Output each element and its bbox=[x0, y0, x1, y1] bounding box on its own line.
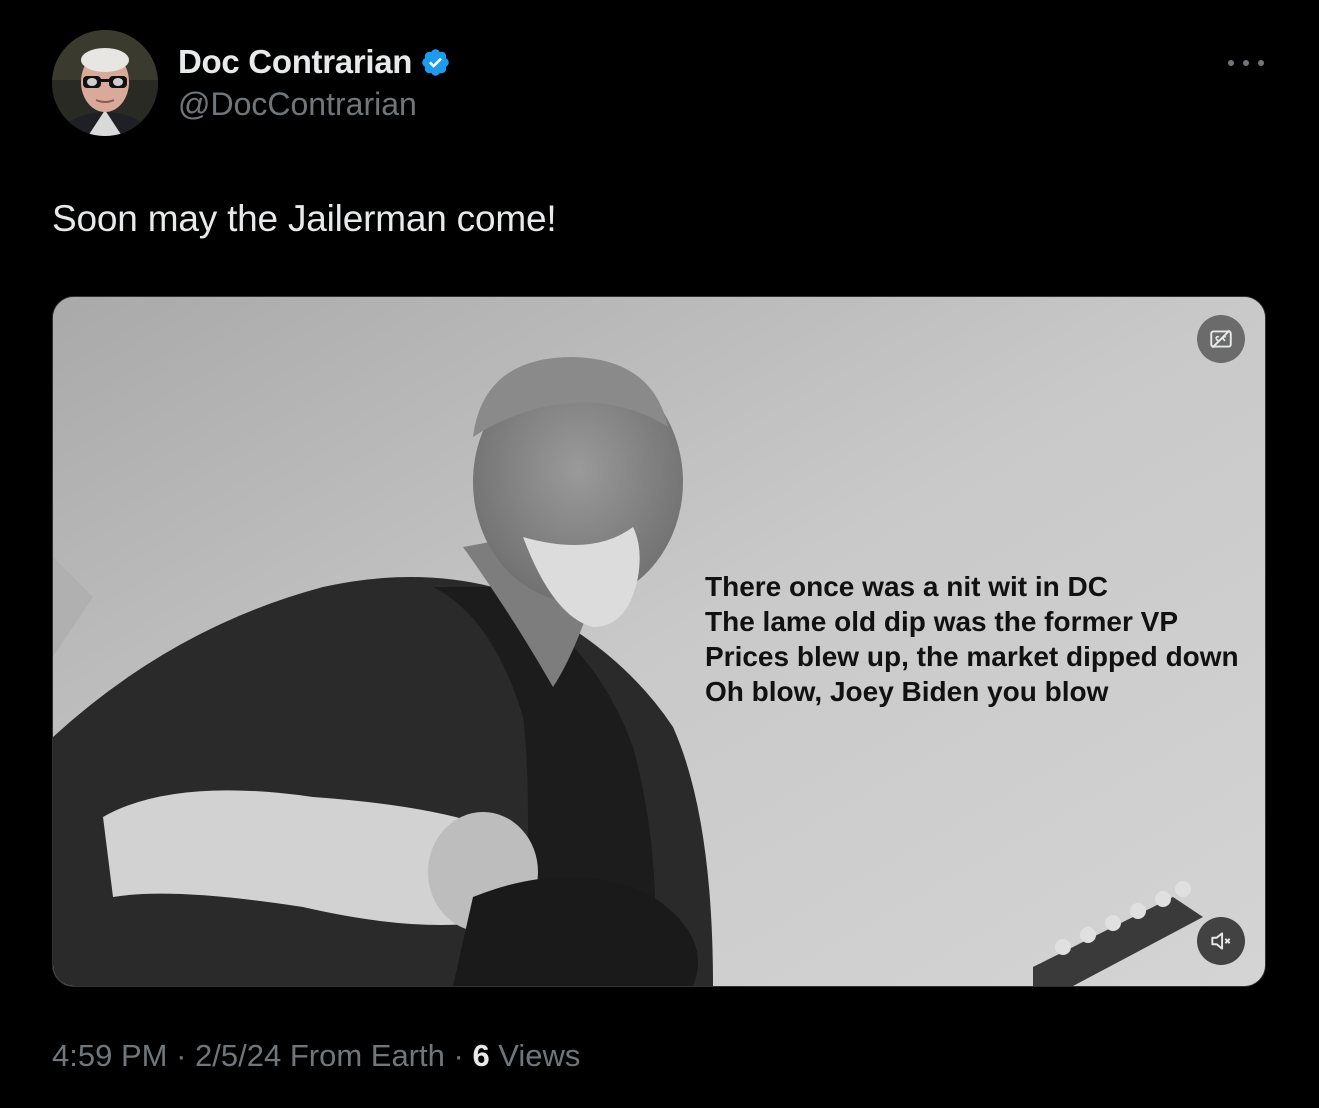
lyric-line: Oh blow, Joey Biden you blow bbox=[705, 676, 1109, 707]
author-info[interactable]: Doc Contrarian @DocContrarian bbox=[178, 42, 451, 123]
video-player[interactable]: There once was a nit wit in DC The lame … bbox=[52, 296, 1266, 987]
dot bbox=[1243, 60, 1249, 66]
handle[interactable]: @DocContrarian bbox=[178, 86, 451, 123]
dot bbox=[1228, 60, 1234, 66]
avatar[interactable] bbox=[52, 30, 158, 136]
closed-captions-off-icon bbox=[1210, 329, 1232, 349]
captions-toggle-button[interactable] bbox=[1197, 315, 1245, 363]
video-lyrics-overlay: There once was a nit wit in DC The lame … bbox=[705, 569, 1239, 709]
dot bbox=[1258, 60, 1264, 66]
views-label: Views bbox=[489, 1038, 581, 1073]
separator: · bbox=[444, 1038, 473, 1073]
views-count[interactable]: 6 bbox=[472, 1038, 489, 1074]
tweet-date[interactable]: 2/5/24 bbox=[195, 1038, 281, 1074]
lyric-line: The lame old dip was the former VP bbox=[705, 606, 1178, 637]
name-row: Doc Contrarian bbox=[178, 42, 451, 82]
mute-toggle-button[interactable] bbox=[1197, 917, 1245, 965]
tweet-time[interactable]: 4:59 PM bbox=[52, 1038, 167, 1074]
tweet-source: From Earth bbox=[281, 1038, 445, 1073]
muted-speaker-icon bbox=[1211, 932, 1231, 950]
separator: · bbox=[167, 1038, 196, 1073]
tweet: Doc Contrarian @DocContrarian Soon may t… bbox=[0, 0, 1319, 1108]
avatar-image bbox=[52, 30, 158, 136]
lyric-line: There once was a nit wit in DC bbox=[705, 571, 1108, 602]
tweet-metadata: 4:59 PM · 2/5/24 From Earth · 6 Views bbox=[52, 1038, 580, 1074]
tweet-text: Soon may the Jailerman come! bbox=[52, 198, 557, 239]
lyric-line: Prices blew up, the market dipped down bbox=[705, 641, 1239, 672]
verified-badge-icon bbox=[420, 47, 451, 78]
display-name[interactable]: Doc Contrarian bbox=[178, 43, 412, 81]
more-options-icon[interactable] bbox=[1228, 52, 1264, 74]
